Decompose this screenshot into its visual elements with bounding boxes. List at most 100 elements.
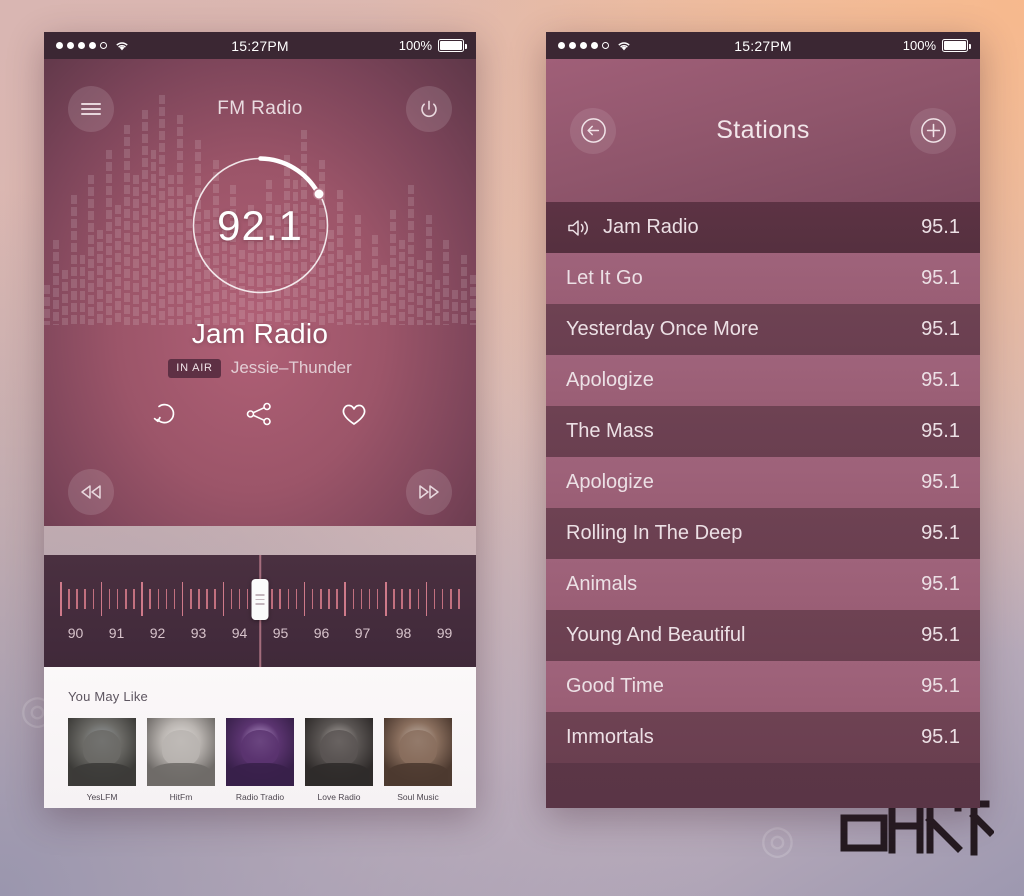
station-row[interactable]: Good Time 95.1	[546, 661, 980, 712]
tuner-scale-label: 90	[67, 625, 84, 641]
battery-icon	[942, 39, 971, 52]
station-row[interactable]: Immortals 95.1	[546, 712, 980, 763]
station-row-name-cell: Rolling In The Deep	[566, 522, 921, 545]
station-row-frequency: 95.1	[921, 369, 960, 391]
station-row[interactable]: Apologize 95.1	[546, 355, 980, 406]
next-button[interactable]	[406, 469, 452, 515]
signal-strength-icon	[56, 42, 107, 49]
station-row[interactable]: Jam Radio 95.1	[546, 202, 980, 253]
share-button[interactable]	[245, 400, 273, 428]
station-row-label: Immortals	[566, 726, 654, 748]
tuner-scale-label: 93	[190, 625, 207, 641]
tuner-scale-label: 96	[313, 625, 330, 641]
station-row-name-cell: Immortals	[566, 726, 921, 749]
station-name: Jam Radio	[191, 318, 329, 349]
repeat-button[interactable]	[151, 400, 179, 428]
player-actions	[44, 400, 476, 428]
plus-icon	[920, 118, 946, 143]
status-bar-left	[56, 40, 130, 52]
status-bar-left	[558, 40, 632, 52]
station-thumbnail	[68, 718, 136, 786]
status-bar: 15:27PM 100%	[546, 32, 980, 59]
station-row[interactable]: The Mass 95.1	[546, 406, 980, 457]
menu-button[interactable]	[68, 86, 114, 132]
stations-body: Stations Jam Radio 95.1 Let It Go 95.1 Yeste…	[546, 59, 980, 808]
tuner-scale-label: 95	[272, 625, 289, 641]
signal-strength-icon	[558, 42, 609, 49]
you-may-like-label: Radio Tradio	[235, 792, 285, 802]
station-row[interactable]: Apologize 95.1	[546, 457, 980, 508]
now-playing-block: Jam Radio IN AIR Jessie–Thunder	[44, 318, 476, 378]
favorite-button[interactable]	[339, 400, 369, 428]
wifi-icon	[618, 41, 630, 50]
add-station-button[interactable]	[910, 107, 956, 154]
station-thumbnail	[384, 718, 452, 786]
station-thumbnail	[147, 718, 215, 786]
status-badge: IN AIR	[168, 358, 221, 378]
battery-icon	[438, 39, 467, 52]
tuner-scale-label: 98	[395, 625, 412, 641]
frequency-dial[interactable]: 92.1	[188, 153, 333, 298]
you-may-like-item[interactable]: YesLFM	[68, 718, 136, 802]
station-thumbnail	[226, 718, 294, 786]
repeat-icon	[153, 403, 175, 424]
you-may-like-label: Soul Music	[397, 792, 439, 802]
now-playing-subline: IN AIR Jessie–Thunder	[44, 358, 476, 378]
player-phone: 15:27PM 100% FM Radio 92.1 Jam Radio IN …	[44, 32, 476, 808]
you-may-like-panel: You May Like YesLFM HitFm Radio Tradio Love…	[44, 667, 476, 808]
back-button[interactable]	[570, 107, 616, 154]
station-row-name-cell: Jam Radio	[566, 216, 921, 239]
station-row-frequency: 95.1	[921, 420, 960, 442]
station-row-name-cell: The Mass	[566, 420, 921, 443]
frequency-dial-wrapper: 92.1	[44, 153, 476, 298]
back-arrow-icon	[580, 118, 606, 143]
station-row-name-cell: Good Time	[566, 675, 921, 698]
station-row-label: Animals	[566, 573, 638, 595]
station-row-frequency: 95.1	[921, 573, 960, 595]
background-watermark: ◎	[760, 817, 795, 863]
tuner-scale-label: 94	[231, 625, 248, 641]
frequency-value: 92.1	[217, 201, 303, 249]
station-row-label: Yesterday Once More	[566, 318, 759, 340]
station-row-name-cell: Animals	[566, 573, 921, 596]
battery-percent-label: 100%	[398, 38, 432, 53]
you-may-like-item[interactable]: Love Radio	[305, 718, 373, 802]
station-row[interactable]: Animals 95.1	[546, 559, 980, 610]
player-navbar: FM Radio	[44, 59, 476, 159]
stations-navbar: Stations	[546, 59, 980, 202]
station-row-frequency: 95.1	[921, 675, 960, 697]
station-row[interactable]: Young And Beautiful 95.1	[546, 610, 980, 661]
station-row-frequency: 95.1	[921, 471, 960, 493]
you-may-like-item[interactable]: Soul Music	[384, 718, 452, 802]
station-row[interactable]: Rolling In The Deep 95.1	[546, 508, 980, 559]
station-row-frequency: 95.1	[921, 216, 960, 238]
power-button[interactable]	[406, 86, 452, 132]
station-row[interactable]: Let It Go 95.1	[546, 253, 980, 304]
station-row-frequency: 95.1	[921, 522, 960, 544]
rewind-icon	[81, 485, 101, 499]
artist-name: Jessie–Thunder	[230, 358, 352, 377]
you-may-like-item[interactable]: HitFm	[147, 718, 215, 802]
station-thumbnail	[305, 718, 373, 786]
tuner-scale-labels: 90 91 92 93 94 95 96 97 98 99	[60, 625, 460, 641]
station-row-label: Let It Go	[566, 267, 643, 289]
battery-percent-label: 100%	[902, 38, 936, 53]
station-row-label: Good Time	[566, 675, 664, 697]
heart-icon	[342, 404, 366, 425]
stations-phone: 15:27PM 100% Stations Jam Radio 95.1 Let…	[546, 32, 980, 808]
station-row-label: Young And Beautiful	[566, 624, 746, 646]
station-row-frequency: 95.1	[921, 726, 960, 748]
frequency-tuner[interactable]: 90 91 92 93 94 95 96 97 98 99	[44, 555, 476, 667]
station-row-label: Apologize	[566, 369, 654, 391]
you-may-like-item[interactable]: Radio Tradio	[226, 718, 294, 802]
wifi-icon	[116, 41, 128, 50]
previous-button[interactable]	[68, 469, 114, 515]
station-row[interactable]: Yesterday Once More 95.1	[546, 304, 980, 355]
you-may-like-label: HitFm	[169, 792, 193, 802]
share-icon	[246, 402, 271, 426]
tuner-scale-label: 92	[149, 625, 166, 641]
station-row-frequency: 95.1	[921, 267, 960, 289]
status-bar-right: 100%	[902, 38, 971, 53]
tuner-handle[interactable]	[251, 579, 269, 620]
station-row-frequency: 95.1	[921, 318, 960, 340]
